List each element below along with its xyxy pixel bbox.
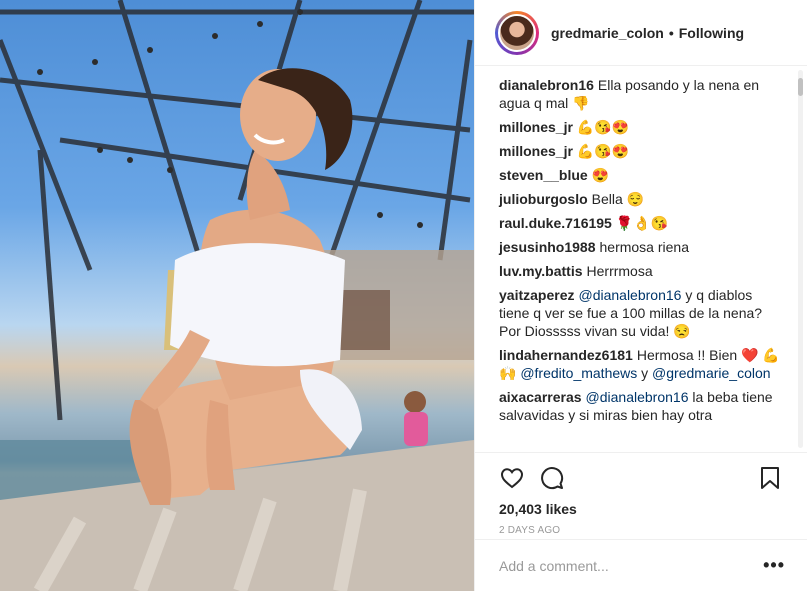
comment-item: millones_jr 💪😘😍	[499, 118, 781, 136]
action-icons-row	[499, 463, 783, 493]
comment-username[interactable]: yaitzaperez	[499, 287, 574, 303]
comment-text: Bella 😌	[591, 191, 645, 207]
comment-icon[interactable]	[539, 465, 565, 491]
avatar-image	[498, 13, 536, 52]
add-comment-bar: •••	[475, 539, 807, 591]
post-photo-art	[0, 0, 474, 591]
post-timestamp[interactable]: 2 DAYS AGO	[499, 525, 783, 536]
comment-text: 😍	[591, 167, 610, 183]
comment-username[interactable]: millones_jr	[499, 119, 573, 135]
comment-item: millones_jr 💪😘😍	[499, 142, 781, 160]
comment-mention[interactable]: @fredito_mathews	[520, 365, 637, 381]
comment-item: dianalebron16 Ella posando y la nena en a…	[499, 76, 781, 112]
separator-dot: •	[668, 24, 674, 41]
post-header: gredmarie_colon • Following	[475, 0, 807, 66]
comment-text: hermosa riena	[599, 239, 690, 255]
comment-username[interactable]: luv.my.battis	[499, 263, 583, 279]
comment-username[interactable]: dianalebron16	[499, 77, 594, 93]
comment-item: luv.my.battis Herrrmosa	[499, 262, 781, 280]
avatar[interactable]	[495, 10, 539, 55]
likes-count[interactable]: 20,403 likes	[499, 501, 783, 517]
comment-item: aixacarreras @dianalebron16 la beba tiene…	[499, 388, 781, 424]
comment-item: lindahernandez6181 Hermosa !! Bien ❤️ 💪🙌 …	[499, 346, 781, 382]
comment-item: raul.duke.716195 🌹👌😘	[499, 214, 781, 232]
comment-text: y	[637, 365, 653, 381]
header-text: gredmarie_colon • Following	[551, 25, 744, 41]
add-comment-input[interactable]	[499, 557, 764, 574]
comment-text: 💪😘😍	[576, 119, 630, 135]
post-side-panel: gredmarie_colon • Following dianalebron16 E…	[474, 0, 807, 591]
comments-scrollbar[interactable]	[798, 70, 803, 448]
comment-mention[interactable]: @dianalebron16	[586, 389, 689, 405]
post-photo[interactable]	[0, 0, 474, 591]
comment-mention[interactable]: @dianalebron16	[578, 287, 681, 303]
comment-text: 💪😘😍	[576, 143, 630, 159]
heart-icon[interactable]	[499, 465, 525, 491]
comment-username[interactable]: jesusinho1988	[499, 239, 596, 255]
scrollbar-thumb[interactable]	[798, 78, 803, 96]
comment-item: yaitzaperez @dianalebron16 y q diablos ti…	[499, 286, 781, 340]
comment-username[interactable]: steven__blue	[499, 167, 588, 183]
comment-item: julioburgoslo Bella 😌	[499, 190, 781, 208]
bookmark-icon[interactable]	[757, 465, 783, 491]
more-options-icon[interactable]: •••	[763, 555, 785, 576]
comment-text: 🌹👌😘	[615, 215, 669, 231]
comments-list[interactable]: dianalebron16 Ella posando y la nena en a…	[475, 66, 807, 452]
following-button[interactable]: Following	[679, 25, 744, 41]
comment-item: jesusinho1988 hermosa riena	[499, 238, 781, 256]
comment-item: steven__blue 😍	[499, 166, 781, 184]
comment-username[interactable]: lindahernandez6181	[499, 347, 633, 363]
comment-mention[interactable]: @gredmarie_colon	[652, 365, 771, 381]
comment-username[interactable]: raul.duke.716195	[499, 215, 612, 231]
post-actions: 20,403 likes 2 DAYS AGO	[475, 452, 807, 536]
comment-username[interactable]: aixacarreras	[499, 389, 582, 405]
comment-username[interactable]: millones_jr	[499, 143, 573, 159]
comment-username[interactable]: julioburgoslo	[499, 191, 588, 207]
username-link[interactable]: gredmarie_colon	[551, 25, 664, 41]
comment-text: Herrrmosa	[586, 263, 653, 279]
